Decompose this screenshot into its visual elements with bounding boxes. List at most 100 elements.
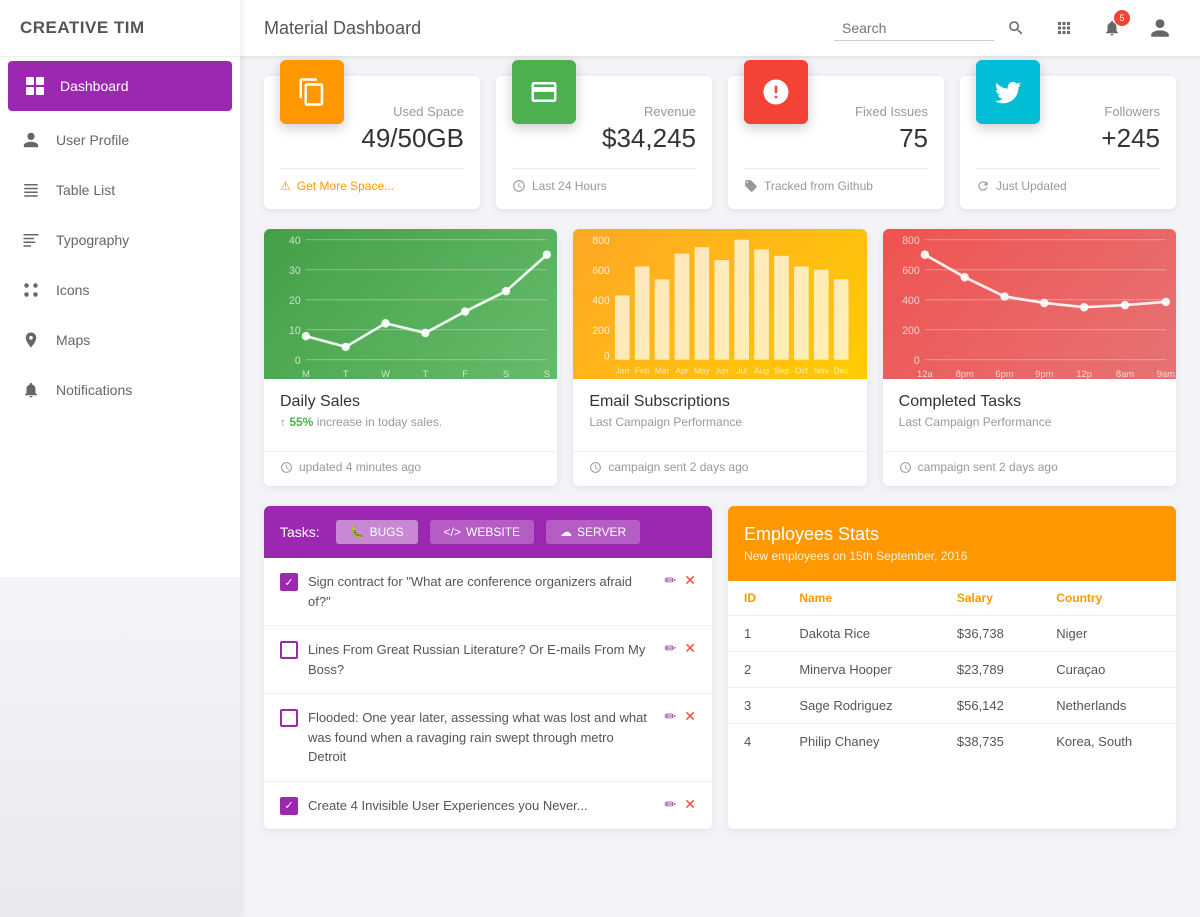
tasks-card: Tasks: 🐛 BUGS </> WEBSITE ☁ SERVER — [264, 506, 712, 829]
sidebar-item-maps[interactable]: Maps — [0, 315, 240, 365]
svg-text:9pm: 9pm — [1035, 369, 1053, 379]
chart-subtitle: Last Campaign Performance — [899, 415, 1160, 429]
stat-footer-text: Tracked from Github — [764, 179, 873, 193]
task-delete-button[interactable]: ✕ — [684, 796, 696, 813]
stat-value: $34,245 — [512, 123, 696, 154]
email-chart-svg: 800 600 400 200 0 — [573, 229, 866, 379]
tab-label: WEBSITE — [466, 525, 520, 539]
task-actions: ✏ ✕ — [665, 572, 696, 589]
chart-subtitle-text: Last Campaign Performance — [899, 415, 1052, 429]
sidebar-item-label: User Profile — [56, 132, 129, 148]
task-checkbox[interactable] — [280, 709, 298, 727]
sidebar-item-typography[interactable]: Typography — [0, 215, 240, 265]
task-edit-button[interactable]: ✏ — [665, 796, 677, 813]
fixed-issues-icon — [744, 60, 808, 124]
chart-title: Email Subscriptions — [589, 393, 850, 411]
task-edit-button[interactable]: ✏ — [665, 572, 677, 589]
tasks-label: Tasks: — [280, 524, 320, 540]
task-tab-website[interactable]: </> WEBSITE — [430, 520, 534, 544]
chart-body-tasks: Completed Tasks Last Campaign Performanc… — [883, 379, 1176, 443]
stat-value: 75 — [744, 123, 928, 154]
table-cell-salary: $56,142 — [941, 688, 1040, 724]
chart-area-email: 800 600 400 200 0 — [573, 229, 866, 379]
svg-text:20: 20 — [289, 295, 301, 307]
svg-text:T: T — [343, 369, 349, 379]
task-delete-button[interactable]: ✕ — [684, 708, 696, 725]
bug-icon: 🐛 — [350, 525, 365, 539]
search-wrap — [834, 12, 1032, 44]
task-text: Lines From Great Russian Literature? Or … — [308, 640, 655, 679]
header-right: 5 — [834, 12, 1176, 44]
sidebar-item-label: Typography — [56, 232, 129, 248]
charts-row: 40 30 20 10 0 — [264, 229, 1176, 486]
tab-label: SERVER — [577, 525, 626, 539]
person-icon — [20, 129, 42, 151]
stat-card-used-space: Used Space 49/50GB ⚠ Get More Space... — [264, 76, 480, 209]
svg-text:0: 0 — [914, 355, 920, 367]
stat-value: 49/50GB — [280, 123, 464, 154]
task-tab-bugs[interactable]: 🐛 BUGS — [336, 520, 418, 544]
task-delete-button[interactable]: ✕ — [684, 640, 696, 657]
chart-subtitle-text: increase in today sales. — [317, 415, 442, 429]
notifications-button[interactable]: 5 — [1096, 12, 1128, 44]
task-tab-server[interactable]: ☁ SERVER — [546, 520, 640, 544]
sidebar-item-user-profile[interactable]: User Profile — [0, 115, 240, 165]
sidebar-item-dashboard[interactable]: Dashboard — [8, 61, 232, 111]
apps-button[interactable] — [1048, 12, 1080, 44]
task-text: Flooded: One year later, assessing what … — [308, 708, 655, 767]
svg-text:F: F — [462, 369, 468, 379]
chart-area-tasks: 800 600 400 200 0 — [883, 229, 1176, 379]
sidebar-item-label: Dashboard — [60, 78, 129, 94]
chart-body-email: Email Subscriptions Last Campaign Perfor… — [573, 379, 866, 443]
get-more-space-link[interactable]: Get More Space... — [297, 179, 394, 193]
task-checkbox[interactable] — [280, 573, 298, 591]
task-delete-button[interactable]: ✕ — [684, 572, 696, 589]
table-cell-salary: $38,735 — [941, 724, 1040, 760]
table-cell-country: Curaçao — [1040, 652, 1176, 688]
task-text: Sign contract for "What are conference o… — [308, 572, 655, 611]
svg-text:May: May — [694, 366, 711, 376]
task-checkbox[interactable] — [280, 797, 298, 815]
chart-subtitle-text: Last Campaign Performance — [589, 415, 742, 429]
sidebar-item-notifications[interactable]: Notifications — [0, 365, 240, 415]
table-row: 1Dakota Rice$36,738Niger — [728, 616, 1176, 652]
task-edit-button[interactable]: ✏ — [665, 708, 677, 725]
chart-footer-email: campaign sent 2 days ago — [573, 451, 866, 486]
table-cell-country: Niger — [1040, 616, 1176, 652]
sidebar-item-table-list[interactable]: Table List — [0, 165, 240, 215]
user-avatar-button[interactable] — [1144, 12, 1176, 44]
table-cell-country: Korea, South — [1040, 724, 1176, 760]
chart-footer-text: campaign sent 2 days ago — [918, 460, 1058, 474]
task-checkbox[interactable] — [280, 641, 298, 659]
task-edit-button[interactable]: ✏ — [665, 640, 677, 657]
table-row: 2Minerva Hooper$23,789Curaçao — [728, 652, 1176, 688]
svg-text:400: 400 — [902, 295, 920, 307]
svg-text:40: 40 — [289, 235, 301, 247]
chart-area-daily-sales: 40 30 20 10 0 — [264, 229, 557, 379]
stat-value: +245 — [976, 123, 1160, 154]
svg-text:6pm: 6pm — [995, 369, 1013, 379]
employees-header: Employees Stats New employees on 15th Se… — [728, 506, 1176, 581]
content-area: Used Space 49/50GB ⚠ Get More Space... R… — [240, 56, 1200, 917]
search-button[interactable] — [1000, 12, 1032, 44]
main-content: Material Dashboard 5 — [240, 0, 1200, 917]
table-cell-id: 3 — [728, 688, 783, 724]
list-icon — [20, 179, 42, 201]
table-cell-id: 2 — [728, 652, 783, 688]
svg-text:Nov: Nov — [814, 366, 830, 376]
stat-footer-text: Just Updated — [996, 179, 1067, 193]
search-input[interactable] — [834, 16, 994, 41]
stat-footer: Tracked from Github — [744, 168, 928, 193]
svg-text:Oct: Oct — [795, 366, 809, 376]
employees-card: Employees Stats New employees on 15th Se… — [728, 506, 1176, 829]
sidebar-item-icons[interactable]: Icons — [0, 265, 240, 315]
svg-text:9am: 9am — [1156, 369, 1174, 379]
stats-row: Used Space 49/50GB ⚠ Get More Space... R… — [264, 76, 1176, 209]
typography-icon — [20, 229, 42, 251]
code-icon: </> — [444, 525, 461, 539]
chart-subtitle: ↑ 55% increase in today sales. — [280, 415, 541, 429]
stat-footer: Just Updated — [976, 168, 1160, 193]
table-cell-country: Netherlands — [1040, 688, 1176, 724]
task-item: Create 4 Invisible User Experiences you … — [264, 782, 712, 830]
sidebar-item-label: Table List — [56, 182, 115, 198]
